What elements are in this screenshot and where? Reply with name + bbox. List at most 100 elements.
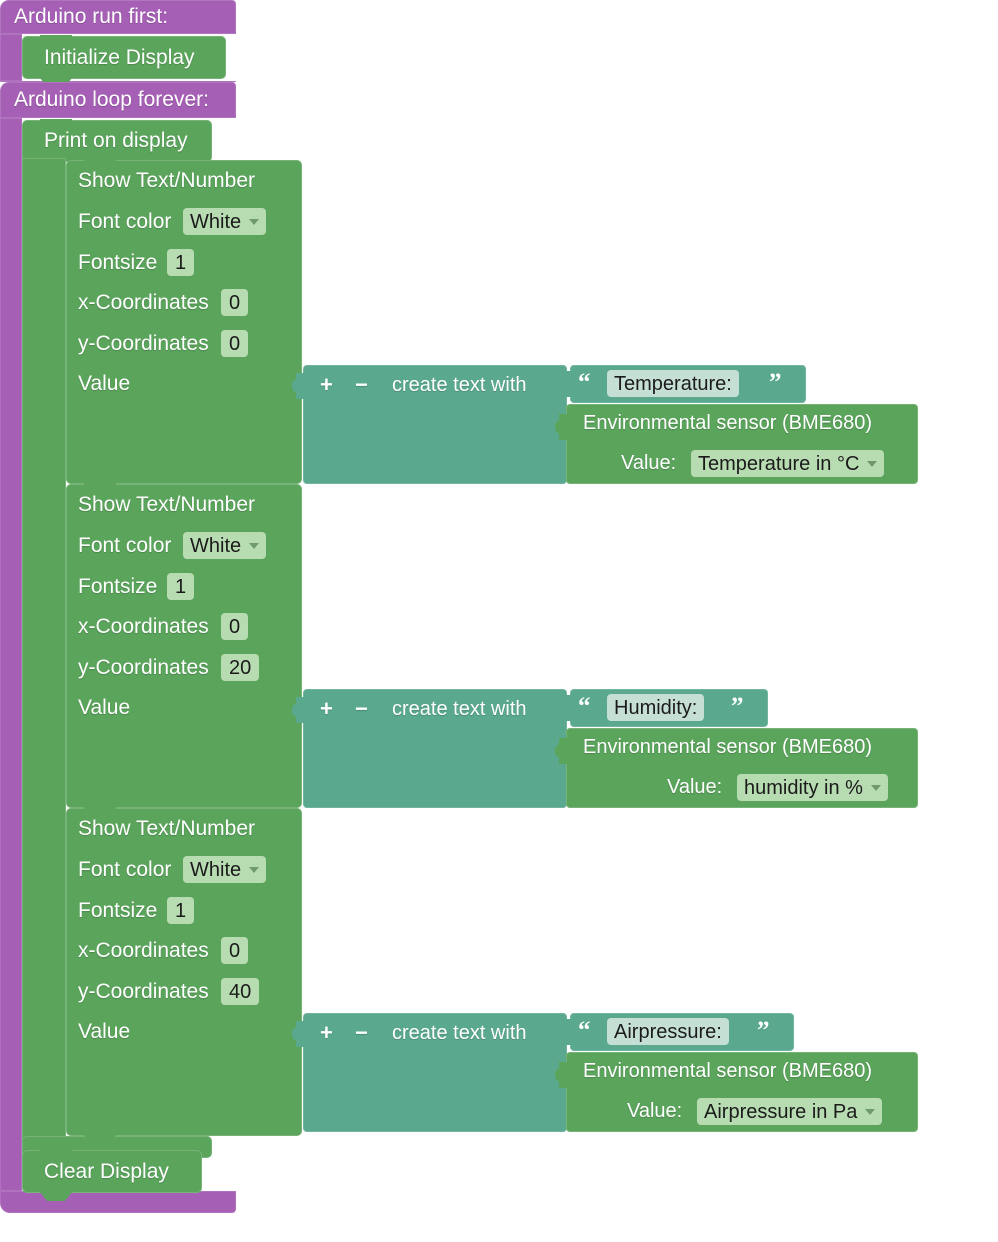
font-color-dropdown[interactable]: White — [183, 208, 267, 235]
fontsize-label: Fontsize — [78, 899, 158, 922]
block-notch-top — [40, 1149, 72, 1158]
chevron-down-icon — [867, 460, 878, 467]
remove-input-button[interactable]: − — [355, 372, 368, 398]
clear-display-label: Clear Display — [44, 1160, 169, 1183]
chevron-down-icon — [865, 1108, 876, 1115]
setup-block-label: Arduino run first: — [14, 5, 169, 28]
x-coordinates-input[interactable]: 0 — [221, 937, 249, 964]
show-text-number-title: Show Text/Number — [78, 493, 256, 516]
setup-block-header[interactable]: Arduino run first: — [0, 0, 236, 34]
fontsize-label: Fontsize — [78, 575, 158, 598]
show-text-number-title: Show Text/Number — [78, 169, 256, 192]
text-string-input[interactable]: Airpressure: — [607, 1018, 729, 1045]
setup-block-spine — [0, 34, 22, 81]
font-color-label: Font color — [78, 534, 172, 557]
add-input-button[interactable]: + — [320, 372, 333, 398]
loop-block-spine — [0, 118, 22, 1191]
show-text-number-block[interactable]: Show Text/Number Font color White Fontsi… — [66, 483, 302, 816]
chevron-down-icon — [870, 784, 881, 791]
sensor-value-label: Value: — [627, 1100, 683, 1122]
sensor-value-label: Value: — [621, 452, 677, 474]
create-text-with-label: create text with — [392, 698, 527, 720]
print-on-display-label: Print on display — [44, 129, 188, 152]
sensor-value-selected: Temperature in °C — [698, 452, 860, 475]
sensor-value-selected: humidity in % — [744, 776, 863, 799]
print-on-display-header[interactable]: Print on display — [22, 119, 212, 162]
value-label: Value — [78, 696, 131, 719]
x-coordinates-label: x-Coordinates — [78, 615, 209, 638]
blockly-workspace[interactable]: Arduino run first: Initialize Display Ar… — [0, 0, 998, 1242]
clear-display-block[interactable]: Clear Display — [22, 1149, 202, 1201]
close-quote-icon: ” — [757, 1017, 770, 1044]
close-quote-icon: ” — [731, 693, 744, 720]
loop-block-header[interactable]: Arduino loop forever: — [0, 82, 236, 118]
block-notch-top — [84, 807, 116, 816]
sensor-value-dropdown[interactable]: Temperature in °C — [691, 450, 885, 477]
sensor-value-dropdown[interactable]: humidity in % — [737, 774, 888, 801]
block-notch-top — [84, 159, 116, 168]
font-color-dropdown[interactable]: White — [183, 856, 267, 883]
text-string-input[interactable]: Temperature: — [607, 370, 739, 397]
text-string-input[interactable]: Humidity: — [607, 694, 705, 721]
open-quote-icon: “ — [578, 1017, 591, 1044]
chevron-down-icon — [249, 218, 260, 225]
fontsize-label: Fontsize — [78, 251, 158, 274]
create-text-with-block[interactable]: + − create text with — [292, 689, 567, 808]
block-notch-top — [40, 35, 72, 44]
x-coordinates-label: x-Coordinates — [78, 939, 209, 962]
font-color-value: White — [190, 858, 242, 881]
y-coordinates-input[interactable]: 40 — [221, 978, 260, 1005]
font-color-value: White — [190, 210, 242, 233]
environmental-sensor-title: Environmental sensor (BME680) — [583, 1060, 873, 1082]
font-color-dropdown[interactable]: White — [183, 532, 267, 559]
text-string-block[interactable]: “ Airpressure: ” — [559, 1013, 794, 1051]
initialize-display-label: Initialize Display — [44, 46, 195, 69]
print-on-display-spine — [22, 158, 66, 1144]
value-label: Value — [78, 1020, 131, 1043]
show-text-number-block[interactable]: Show Text/Number Font color White Fontsi… — [66, 159, 302, 492]
environmental-sensor-block[interactable]: Environmental sensor (BME680) Value: Air… — [555, 1052, 918, 1132]
add-input-button[interactable]: + — [320, 1020, 333, 1046]
text-string-block[interactable]: “ Temperature: ” — [559, 365, 806, 403]
fontsize-input[interactable]: 1 — [167, 897, 195, 924]
environmental-sensor-block[interactable]: Environmental sensor (BME680) Value: hum… — [555, 728, 918, 808]
chevron-down-icon — [249, 866, 260, 873]
font-color-value: White — [190, 534, 242, 557]
sensor-value-dropdown[interactable]: Airpressure in Pa — [697, 1098, 883, 1125]
remove-input-button[interactable]: − — [355, 1020, 368, 1046]
text-string-block[interactable]: “ Humidity: ” — [559, 689, 768, 727]
environmental-sensor-block[interactable]: Environmental sensor (BME680) Value: Tem… — [555, 404, 918, 484]
create-text-with-block[interactable]: + − create text with — [292, 1013, 567, 1132]
create-text-with-label: create text with — [392, 1022, 527, 1044]
initialize-display-block[interactable]: Initialize Display — [22, 35, 226, 87]
y-coordinates-label: y-Coordinates — [78, 980, 209, 1003]
block-notch-top — [40, 119, 72, 128]
x-coordinates-input[interactable]: 0 — [221, 613, 249, 640]
fontsize-input[interactable]: 1 — [167, 249, 195, 276]
create-text-with-block[interactable]: + − create text with — [292, 365, 567, 484]
sensor-value-selected: Airpressure in Pa — [704, 1100, 858, 1123]
fontsize-input[interactable]: 1 — [167, 573, 195, 600]
x-coordinates-label: x-Coordinates — [78, 291, 209, 314]
y-coordinates-input[interactable]: 0 — [221, 330, 249, 357]
show-text-number-title: Show Text/Number — [78, 817, 256, 840]
x-coordinates-input[interactable]: 0 — [221, 289, 249, 316]
font-color-label: Font color — [78, 210, 172, 233]
create-text-with-label: create text with — [392, 374, 527, 396]
chevron-down-icon — [249, 542, 260, 549]
remove-input-button[interactable]: − — [355, 696, 368, 722]
value-label: Value — [78, 372, 131, 395]
y-coordinates-label: y-Coordinates — [78, 656, 209, 679]
y-coordinates-label: y-Coordinates — [78, 332, 209, 355]
close-quote-icon: ” — [769, 369, 782, 396]
open-quote-icon: “ — [578, 693, 591, 720]
environmental-sensor-title: Environmental sensor (BME680) — [583, 412, 873, 434]
y-coordinates-input[interactable]: 20 — [221, 654, 260, 681]
show-text-number-block[interactable]: Show Text/Number Font color White Fontsi… — [66, 807, 302, 1144]
loop-block-footer — [0, 1191, 236, 1213]
loop-block-label: Arduino loop forever: — [14, 88, 209, 111]
font-color-label: Font color — [78, 858, 172, 881]
sensor-value-label: Value: — [667, 776, 723, 798]
environmental-sensor-title: Environmental sensor (BME680) — [583, 736, 873, 758]
add-input-button[interactable]: + — [320, 696, 333, 722]
